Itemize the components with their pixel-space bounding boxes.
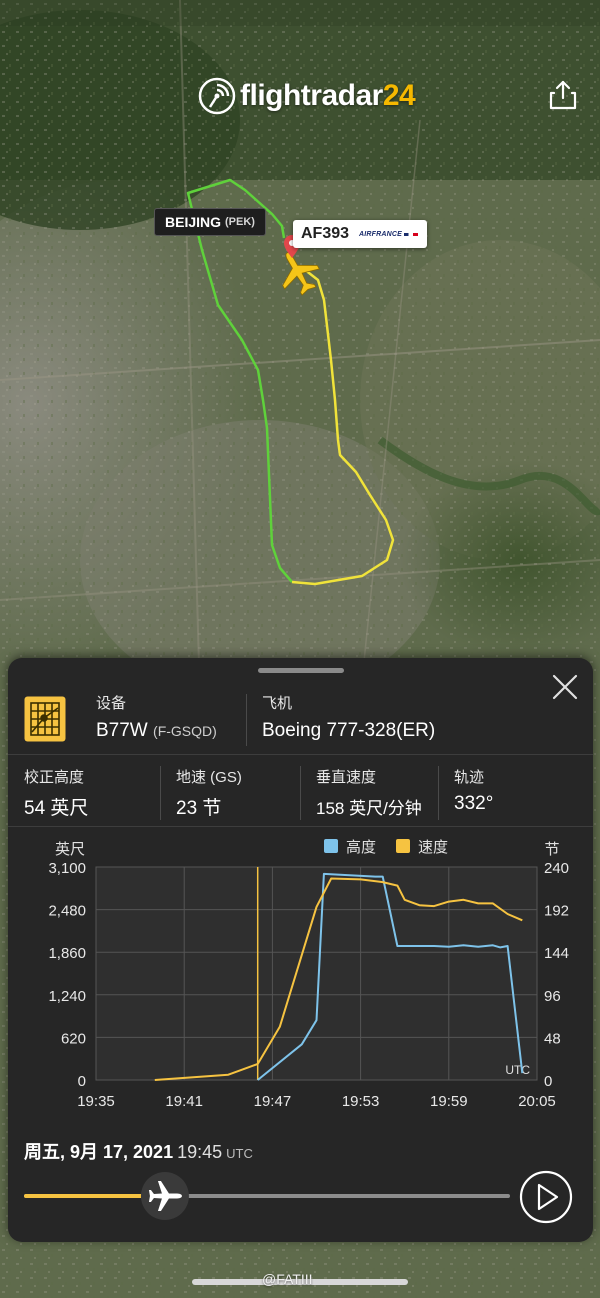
flightradar24-logo: flightradar24 <box>198 76 416 116</box>
stat-label-ground-speed: 地速 (GS) <box>176 769 242 786</box>
flight-label[interactable]: AF393 AIRFRANCE <box>293 220 427 248</box>
altitude-speed-chart[interactable]: 英尺 节 高度 速度 3,100 2,480 1,860 1,240 620 0 240 1… <box>8 834 593 1114</box>
chart-plot-area <box>95 866 538 1081</box>
stat-value-vertical-speed: 158 英尺/分钟 <box>316 799 422 818</box>
x-tick-label: 19:59 <box>430 1093 468 1110</box>
playback-timeline-slider[interactable] <box>24 1172 510 1220</box>
airport-code: (PEK) <box>225 216 255 228</box>
airline-logo: AIRFRANCE <box>359 230 403 238</box>
divider <box>300 766 301 820</box>
share-icon <box>549 80 577 110</box>
y-left-tick-label: 2,480 <box>48 903 86 920</box>
y-right-tick-label: 240 <box>544 860 569 877</box>
y-right-tick-label: 0 <box>544 1073 552 1090</box>
equipment-code: B77W <box>96 720 148 741</box>
aircraft-label: 飞机 <box>262 695 293 712</box>
logo-text: flightradar <box>240 79 383 112</box>
y-right-tick-label: 192 <box>544 903 569 920</box>
divider <box>8 754 593 755</box>
airline-stripe-icon <box>404 232 419 236</box>
aircraft-info-row: 设备 B77W (F-GSQD) 飞机 Boeing 777-328(ER) <box>8 688 593 752</box>
y-left-tick-label: 620 <box>61 1030 86 1047</box>
airport-label[interactable]: BEIJING (PEK) <box>154 208 266 236</box>
x-tick-label: 19:53 <box>342 1093 380 1110</box>
play-button[interactable] <box>519 1170 573 1224</box>
share-button[interactable] <box>546 78 580 112</box>
radar-icon <box>198 77 236 115</box>
playback-time: 19:45 <box>177 1142 223 1162</box>
y-left-tick-label: 1,240 <box>48 988 86 1005</box>
legend-speed-swatch <box>396 839 410 853</box>
stat-value-altitude: 54 英尺 <box>24 798 89 819</box>
x-tick-label: 19:35 <box>77 1093 115 1110</box>
watermark: @FATIII <box>262 1271 313 1287</box>
playback-date: 周五, 9月 17, 2021 <box>24 1142 174 1162</box>
legend-altitude-label: 高度 <box>346 839 376 856</box>
playback-datetime: 周五, 9月 17, 2021 19:45 UTC <box>24 1138 253 1164</box>
y-right-axis-label: 节 <box>544 841 559 858</box>
x-axis-unit: UTC <box>505 1063 530 1077</box>
playback-timezone: UTC <box>226 1146 253 1161</box>
flight-details-panel: 设备 B77W (F-GSQD) 飞机 Boeing 777-328(ER) 校… <box>8 658 593 1242</box>
airport-name: BEIJING <box>165 214 222 230</box>
play-icon <box>537 1183 559 1211</box>
y-left-axis-label: 英尺 <box>55 840 85 858</box>
stat-label-altitude: 校正高度 <box>24 769 85 786</box>
x-tick-label: 19:47 <box>254 1093 292 1110</box>
equipment-value: B77W (F-GSQD) <box>96 720 217 742</box>
stat-value-track: 332° <box>454 793 494 814</box>
x-tick-label: 20:05 <box>518 1093 556 1110</box>
timeline-knob[interactable] <box>140 1172 189 1220</box>
y-right-tick-label: 96 <box>544 988 561 1005</box>
flight-number: AF393 <box>301 225 350 242</box>
stat-label-track: 轨迹 <box>454 769 485 786</box>
y-left-tick-label: 3,100 <box>48 860 86 877</box>
aircraft-model: Boeing 777-328(ER) <box>262 720 436 741</box>
y-right-tick-label: 48 <box>544 1030 561 1047</box>
divider <box>160 766 161 820</box>
drag-handle[interactable] <box>258 668 344 673</box>
stat-label-vertical-speed: 垂直速度 <box>316 769 377 786</box>
stat-value-ground-speed: 23 节 <box>176 798 222 819</box>
x-tick-label: 19:41 <box>165 1093 203 1110</box>
divider <box>246 694 247 746</box>
legend-altitude-swatch <box>324 839 338 853</box>
equipment-label: 设备 <box>96 695 127 712</box>
registration: (F-GSQD) <box>153 723 217 739</box>
logo-number: 24 <box>382 79 416 112</box>
y-right-tick-label: 144 <box>544 945 569 962</box>
aircraft-chip-icon <box>24 696 66 742</box>
y-left-tick-label: 0 <box>78 1073 86 1090</box>
divider <box>438 766 439 820</box>
y-left-tick-label: 1,860 <box>48 945 86 962</box>
legend-speed-label: 速度 <box>418 839 448 856</box>
divider <box>8 826 593 827</box>
